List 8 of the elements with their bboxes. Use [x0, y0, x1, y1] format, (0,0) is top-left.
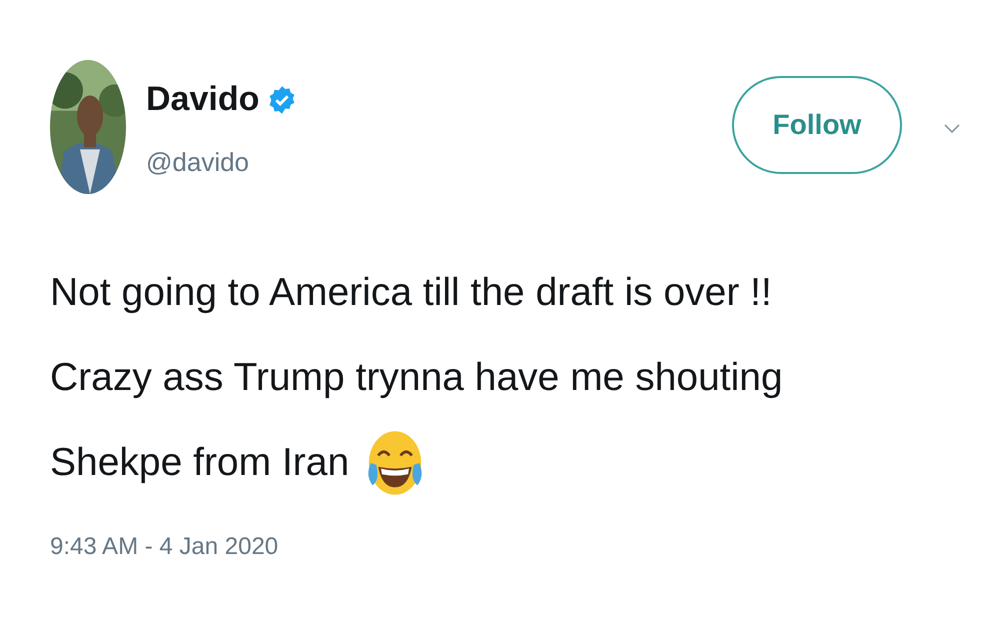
- timestamp: 9:43 AM - 4 Jan 2020: [50, 533, 280, 561]
- author-name: Davido: [146, 80, 260, 119]
- author-handle: @davido: [146, 147, 250, 178]
- tweet-text-line: Shekpe from Iran: [50, 440, 350, 486]
- follow-button[interactable]: Follow: [732, 76, 902, 174]
- tweet-text-line: Crazy ass Trump trynna have me shouting: [50, 354, 783, 400]
- chevron-down-icon[interactable]: [944, 124, 960, 134]
- tweet-text-line: Not going to America till the draft is over !!: [50, 270, 772, 316]
